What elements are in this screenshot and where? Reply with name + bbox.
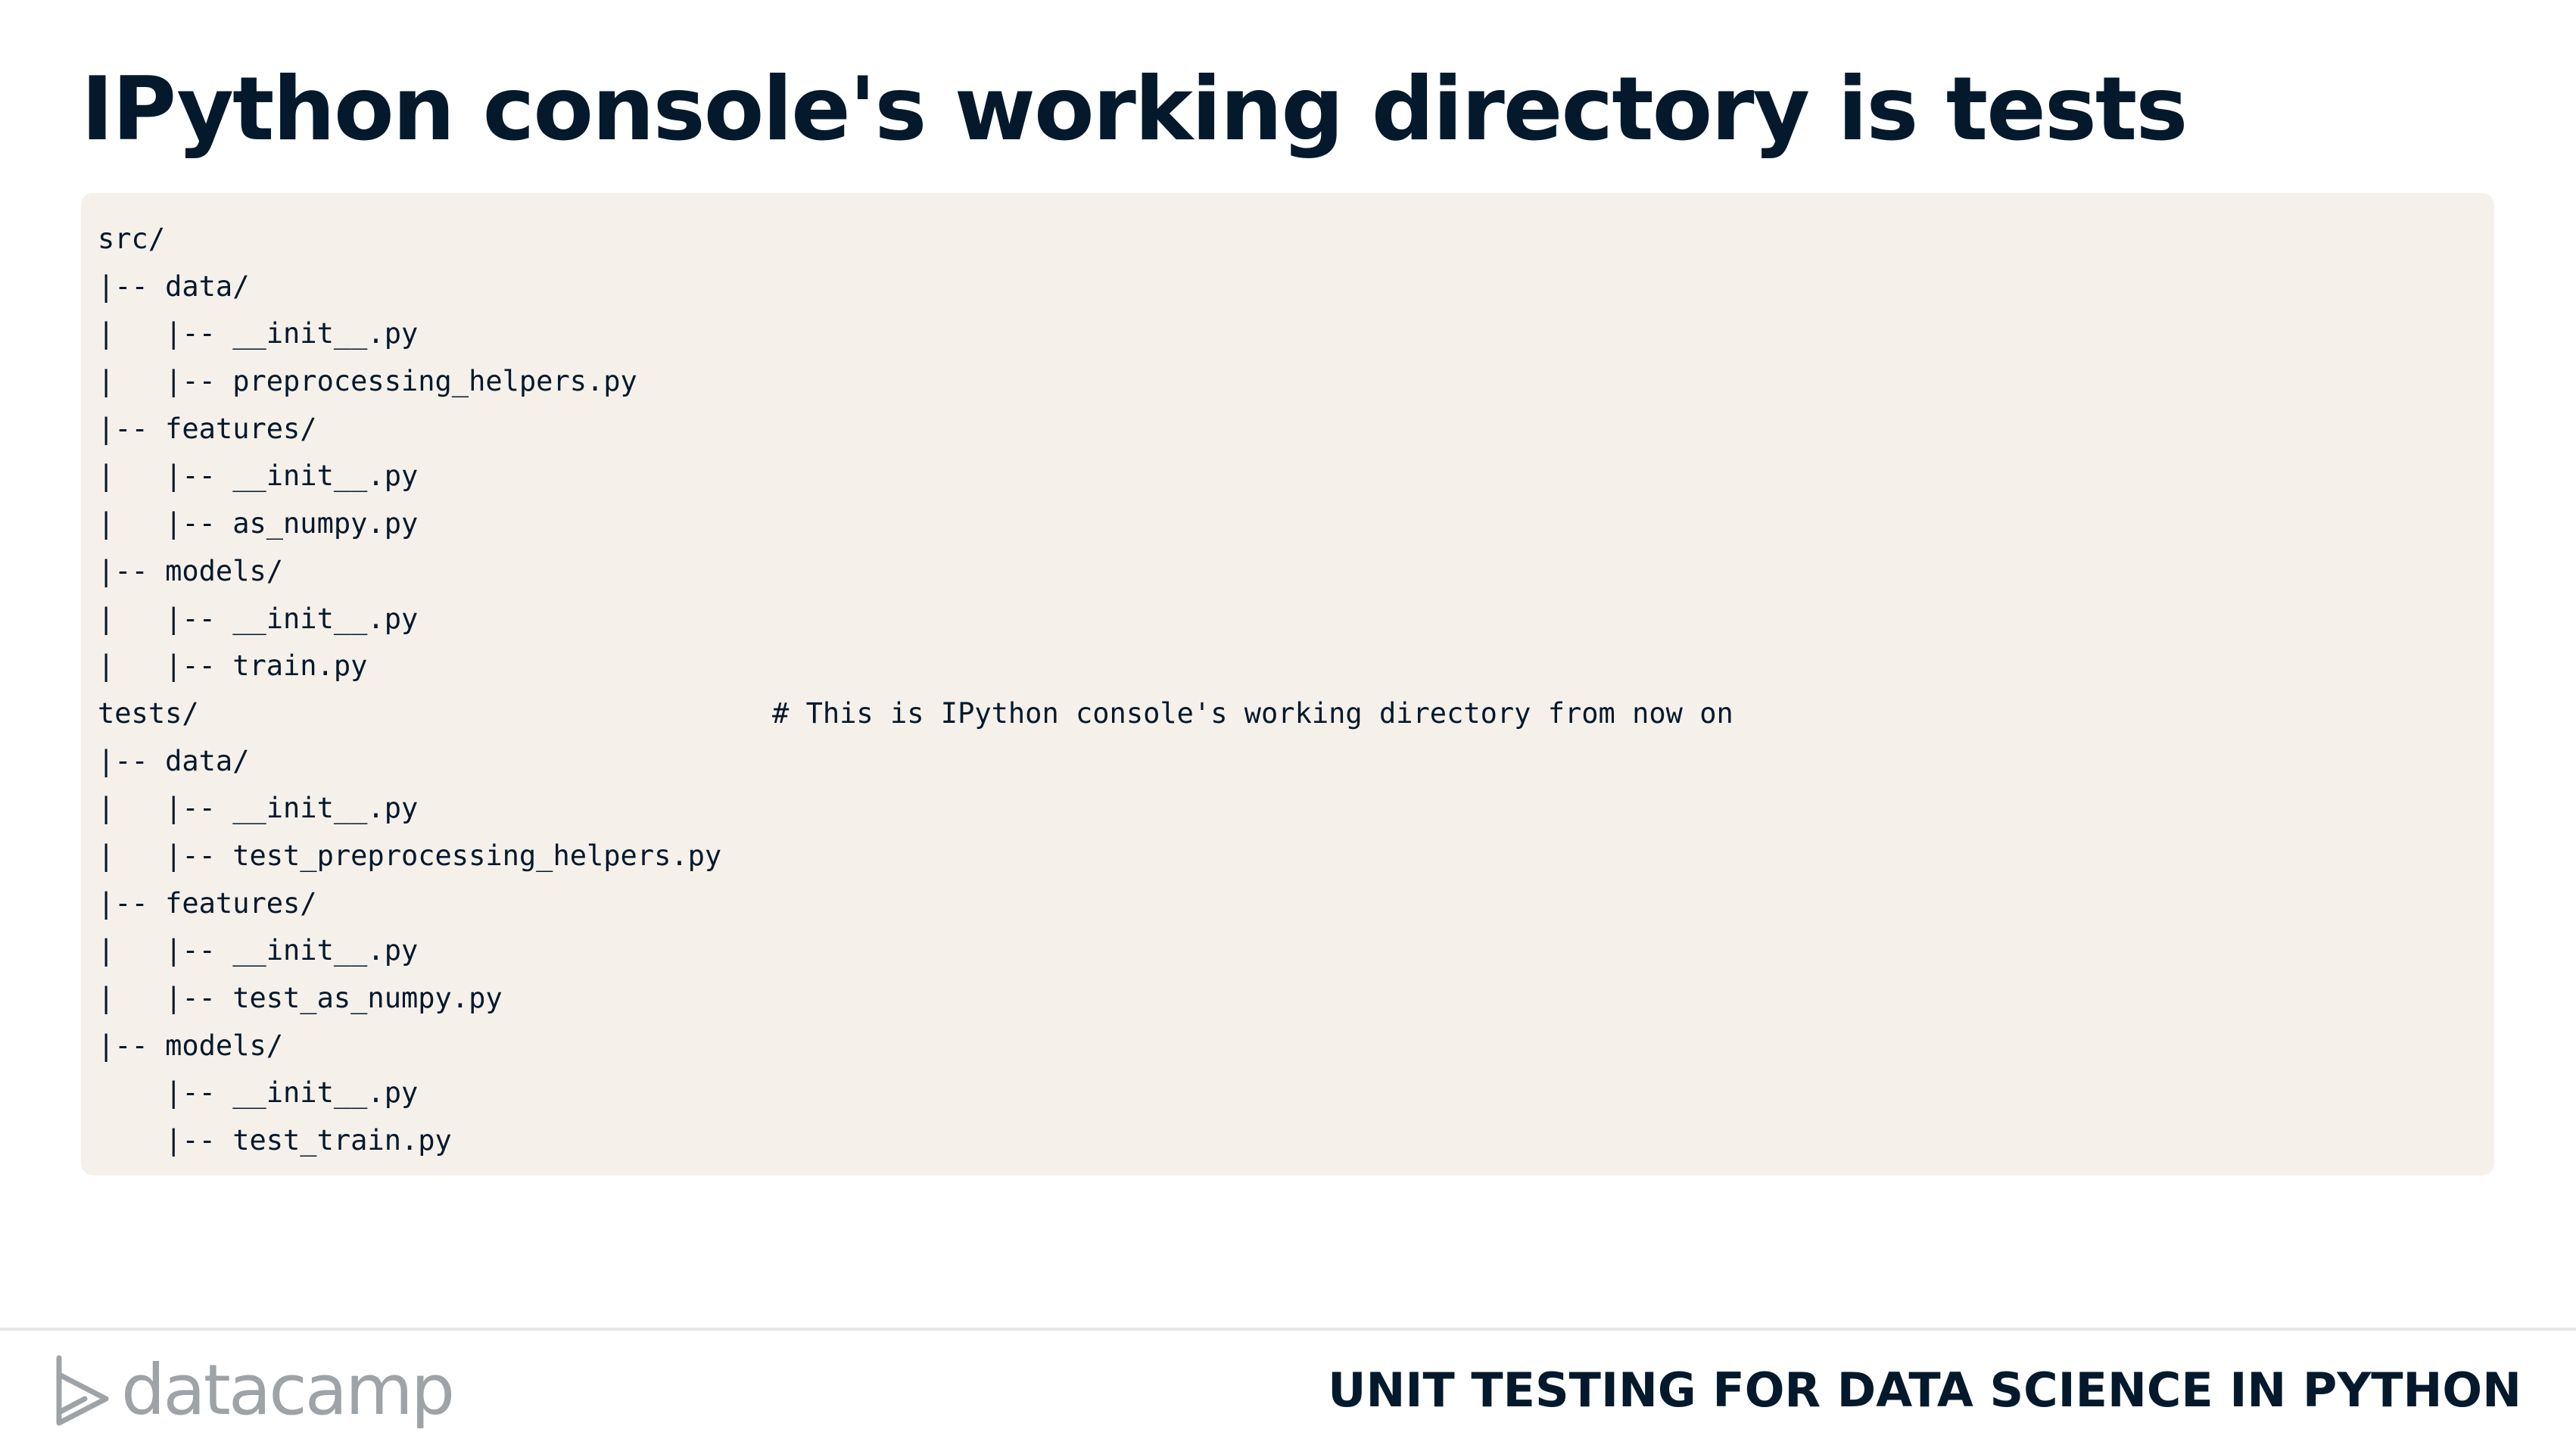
course-name: UNIT TESTING FOR DATA SCIENCE IN PYTHON	[1328, 1362, 2521, 1418]
code-line: | |-- __init__.py	[98, 792, 419, 825]
code-block: src/ |-- data/ | |-- __init__.py | |-- p…	[81, 193, 2494, 1175]
datacamp-logo: datacamp	[53, 1349, 455, 1432]
code-line: |-- features/	[98, 886, 317, 920]
code-line: |-- models/	[98, 1029, 284, 1062]
code-line: | |-- train.py	[98, 649, 368, 683]
code-line: | |-- __init__.py	[98, 934, 419, 967]
code-line: | |-- __init__.py	[98, 459, 419, 493]
code-line: tests/ # This is IPython console's worki…	[98, 696, 1733, 730]
code-line: src/	[98, 223, 166, 255]
footer-divider	[0, 1328, 2576, 1331]
datacamp-logo-icon	[56, 1355, 109, 1426]
code-line: | |-- as_numpy.py	[98, 507, 419, 540]
code-line: |-- __init__.py	[98, 1076, 419, 1110]
code-line: |-- features/	[98, 412, 317, 445]
code-line: |-- data/	[98, 269, 250, 303]
slide: IPython console's working directory is t…	[0, 0, 2576, 1451]
code-line: |-- test_train.py	[98, 1124, 452, 1157]
code-line: | |-- __init__.py	[98, 317, 419, 350]
code-lines: src/ |-- data/ | |-- __init__.py | |-- p…	[98, 216, 1733, 1165]
code-line: |-- data/	[98, 744, 250, 777]
code-line: | |-- __init__.py	[98, 602, 419, 635]
code-line: | |-- test_preprocessing_helpers.py	[98, 839, 722, 872]
code-line: |-- models/	[98, 554, 284, 587]
code-line: | |-- preprocessing_helpers.py	[98, 365, 637, 398]
logo-wordmark: datacamp	[121, 1350, 455, 1431]
slide-title: IPython console's working directory is t…	[81, 58, 2188, 160]
code-line: | |-- test_as_numpy.py	[98, 982, 503, 1014]
